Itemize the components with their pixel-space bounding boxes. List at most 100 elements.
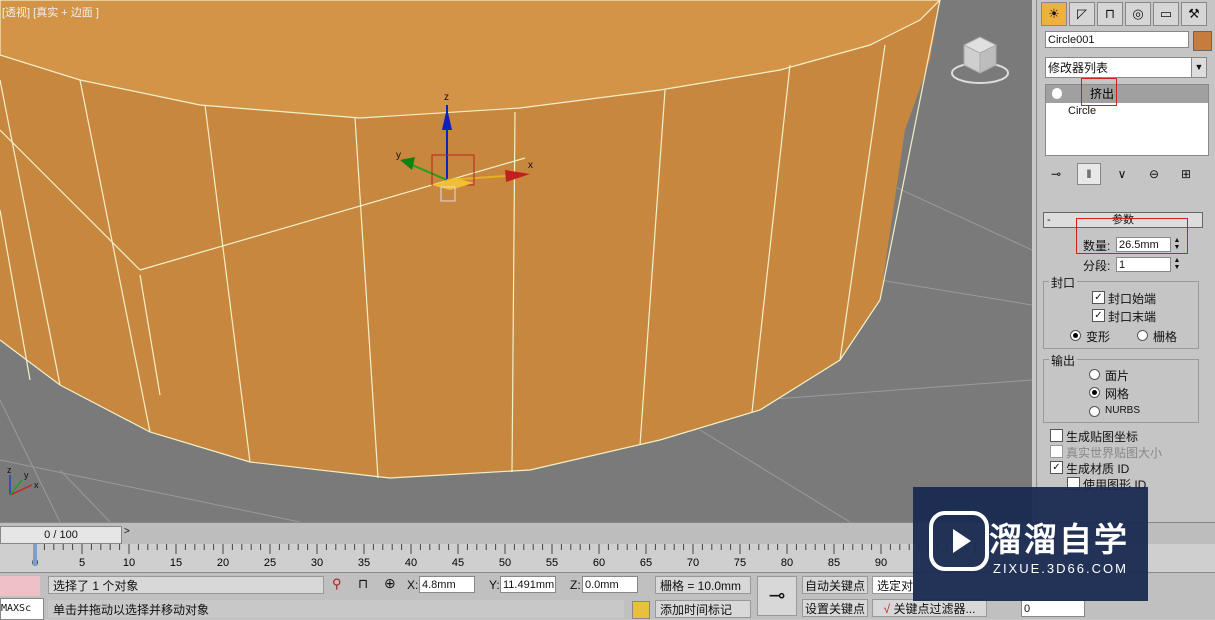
next-frame-icon[interactable]: >: [124, 526, 138, 542]
key-filters-button[interactable]: √ 关键点过滤器...: [872, 599, 987, 617]
watermark-title: 溜溜自学: [989, 521, 1129, 558]
modifier-stack[interactable]: 挤出 Circle: [1045, 84, 1209, 156]
ruler-tick-label: 10: [123, 557, 135, 569]
sun-icon[interactable]: ☀: [1041, 2, 1067, 26]
nurbs-radio[interactable]: [1089, 406, 1100, 417]
viewport-label[interactable]: [透视] [真实 + 边面 ]: [2, 4, 99, 20]
isolate-icon[interactable]: ⚲: [332, 576, 342, 592]
mesh-label: 网格: [1105, 387, 1130, 401]
patch-radio[interactable]: [1089, 369, 1100, 380]
current-frame-marker: [33, 544, 37, 566]
viewport-scene[interactable]: z x y z x y: [0, 0, 1032, 522]
watermark-overlay: 溜溜自学 ZIXUE.3D66.COM: [913, 487, 1148, 601]
ruler-tick-label: 35: [358, 557, 370, 569]
ruler-tick-label: 25: [264, 557, 276, 569]
capping-title: 封口: [1049, 274, 1078, 291]
lock-icon[interactable]: ⊓: [358, 576, 368, 592]
ruler-tick-label: 15: [170, 557, 182, 569]
morph-radio[interactable]: [1070, 330, 1081, 341]
command-panel: ☀ ◸ ⊓ ◎ ▭ ⚒ Circle001 修改器列表 ▼ 挤出 Circle …: [1036, 0, 1215, 522]
cap-end-label: 封口末端: [1108, 310, 1157, 324]
chevron-down-icon[interactable]: ▼: [1191, 58, 1206, 77]
grid-size-display: 栅格 = 10.0mm: [655, 576, 751, 594]
maxscript-mini-listener[interactable]: MAXSc: [0, 598, 44, 620]
amount-label: 数量:: [1083, 239, 1111, 253]
gizmo-x-label: x: [528, 160, 533, 171]
perspective-viewport[interactable]: z x y z x y [透视] [真实 + 边面 ]: [0, 0, 1032, 522]
amount-spinner-icon[interactable]: ▲ ▼: [1172, 237, 1182, 252]
amount-field[interactable]: 26.5mm: [1116, 237, 1171, 252]
x-label: X:: [407, 578, 419, 592]
make-unique-icon[interactable]: ∨: [1111, 164, 1133, 184]
auto-key-button[interactable]: 自动关键点: [802, 576, 868, 594]
object-name-field[interactable]: Circle001: [1045, 31, 1189, 48]
ruler-tick-label: 5: [79, 557, 85, 569]
segments-field[interactable]: 1: [1116, 257, 1171, 272]
pin-stack-icon[interactable]: ⊸: [1045, 164, 1067, 184]
grid-radio[interactable]: [1137, 330, 1148, 341]
ruler-tick-label: 40: [405, 557, 417, 569]
ruler-tick-label: 70: [687, 557, 699, 569]
key-icon[interactable]: ⊸: [757, 576, 797, 616]
object-color-swatch[interactable]: [1193, 31, 1212, 51]
gen-mat-id-label: 生成材质 ID: [1066, 462, 1130, 476]
z-coordinate-field[interactable]: 0.0mm: [582, 576, 638, 593]
key-curve-icon: √: [883, 602, 891, 616]
segments-spinner-icon[interactable]: ▲ ▼: [1172, 257, 1182, 272]
cap-end-checkbox[interactable]: ✓: [1092, 309, 1105, 322]
configure-sets-icon[interactable]: ⊞: [1175, 164, 1197, 184]
set-key-button[interactable]: 设置关键点: [802, 599, 868, 617]
key-set-dropdown[interactable]: 选定对: [872, 576, 914, 594]
current-frame-field[interactable]: 0: [1021, 600, 1085, 617]
add-time-tag-button[interactable]: 添加时间标记: [655, 600, 751, 618]
selection-status: 选择了 1 个对象: [48, 576, 324, 594]
output-title: 输出: [1049, 352, 1078, 369]
corner-axis-tripod: [9, 475, 33, 496]
gen-map-coords-checkbox[interactable]: [1050, 429, 1063, 442]
real-world-label: 真实世界贴图大小: [1066, 446, 1163, 460]
ruler-tick-label: 85: [828, 557, 840, 569]
command-panel-tabs: ☀ ◸ ⊓ ◎ ▭ ⚒: [1041, 2, 1207, 26]
cap-start-label: 封口始端: [1108, 292, 1157, 306]
stack-item-extrude[interactable]: 挤出: [1046, 85, 1208, 103]
x-coordinate-field[interactable]: 4.8mm: [419, 576, 475, 593]
highlight-box-extrude: [1081, 78, 1117, 106]
real-world-checkbox[interactable]: [1050, 445, 1063, 458]
y-coordinate-field[interactable]: 11.491mm: [500, 576, 556, 593]
ruler-tick-label: 90: [875, 557, 887, 569]
stack-item-circle[interactable]: Circle: [1046, 103, 1208, 119]
ruler-tick-label: 65: [640, 557, 652, 569]
segments-label: 分段:: [1083, 259, 1111, 273]
ruler-tick-label: 75: [734, 557, 746, 569]
absolute-mode-icon[interactable]: ⊕: [384, 575, 396, 592]
morph-label: 变形: [1086, 330, 1111, 344]
ruler-tick-label: 80: [781, 557, 793, 569]
lightbulb-icon[interactable]: [1052, 88, 1062, 99]
motion-icon[interactable]: ◎: [1125, 2, 1151, 26]
ruler-tick-label: 45: [452, 557, 464, 569]
remove-modifier-icon[interactable]: ⊖: [1143, 164, 1165, 184]
z-label: Z:: [570, 578, 581, 592]
prompt-line: 单击并拖动以选择并移动对象: [48, 600, 624, 618]
hierarchy-icon[interactable]: ⊓: [1097, 2, 1123, 26]
gizmo-y-label: y: [396, 150, 401, 161]
utilities-icon[interactable]: ⚒: [1181, 2, 1207, 26]
time-slider[interactable]: 0 / 100: [0, 526, 122, 544]
modify-icon[interactable]: ◸: [1069, 2, 1095, 26]
cap-start-checkbox[interactable]: ✓: [1092, 291, 1105, 304]
corner-z-label: z: [7, 465, 12, 475]
viewcube: [951, 36, 1009, 84]
y-label: Y:: [489, 578, 500, 592]
time-tag-icon[interactable]: [632, 601, 650, 619]
mesh-radio[interactable]: [1089, 387, 1100, 398]
patch-label: 面片: [1105, 369, 1130, 383]
watermark-subtitle: ZIXUE.3D66.COM: [993, 561, 1128, 576]
display-icon[interactable]: ▭: [1153, 2, 1179, 26]
modifier-list-dropdown[interactable]: 修改器列表 ▼: [1045, 57, 1207, 78]
corner-y-label: y: [24, 470, 29, 480]
gen-mat-id-checkbox[interactable]: ✓: [1050, 461, 1063, 474]
ruler-tick-label: 50: [499, 557, 511, 569]
maxscript-listener-area[interactable]: [0, 576, 40, 596]
show-end-result-icon[interactable]: ‖: [1077, 163, 1101, 185]
ruler-tick-label: 20: [217, 557, 229, 569]
